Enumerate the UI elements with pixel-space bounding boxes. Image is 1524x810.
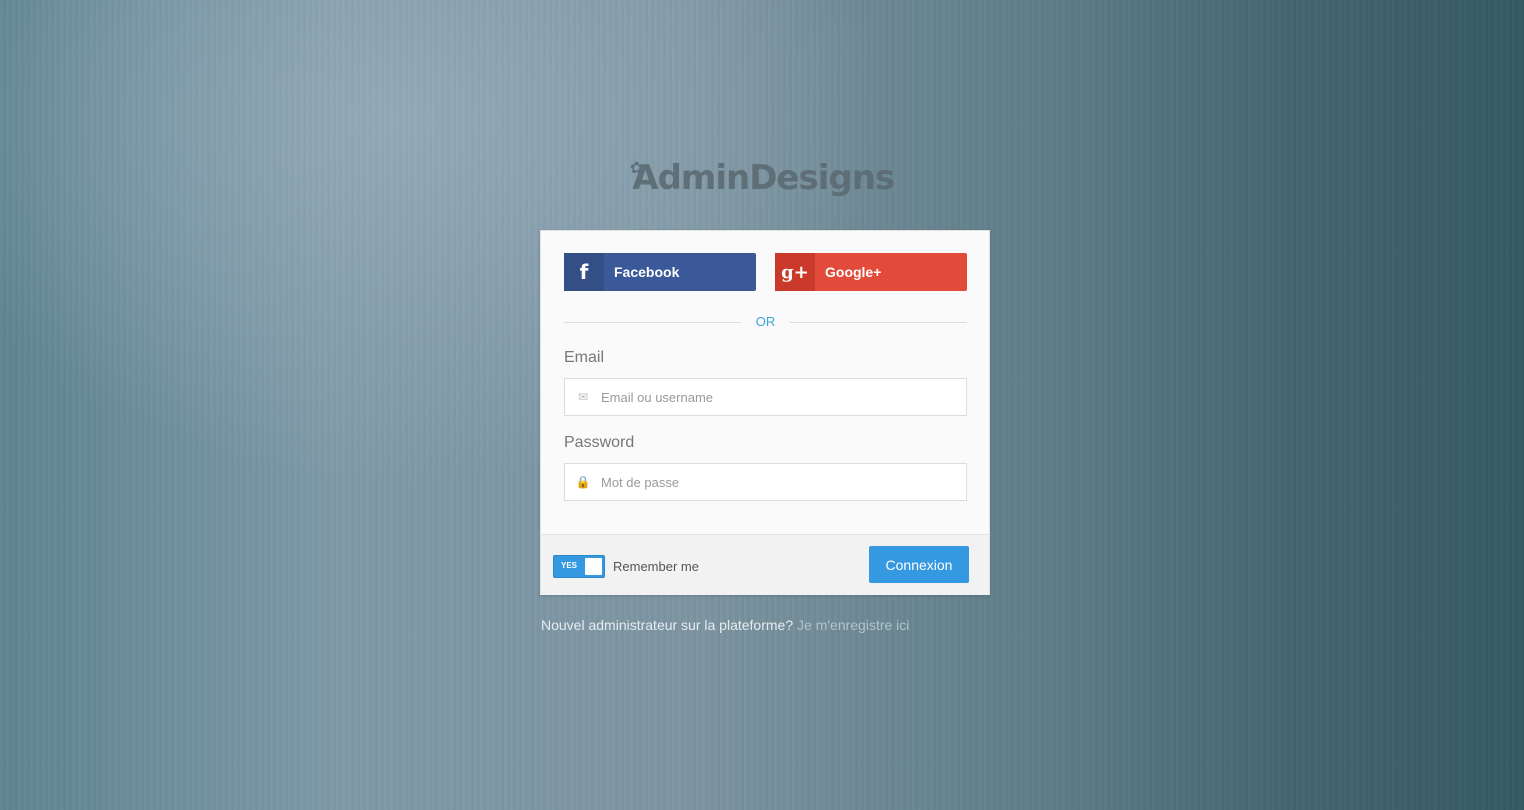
login-card: f Facebook g+ Google+ OR Email ✉ Passwor…: [540, 230, 990, 595]
register-text: Nouvel administrateur sur la plateforme?: [541, 617, 794, 633]
register-prompt: Nouvel administrateur sur la plateforme?…: [541, 617, 909, 633]
facebook-login-button[interactable]: f Facebook: [564, 253, 756, 291]
facebook-icon: f: [564, 253, 604, 291]
google-login-button[interactable]: g+ Google+: [775, 253, 967, 291]
lock-icon: 🔒: [575, 475, 591, 489]
divider-line-right: [790, 322, 967, 323]
email-input[interactable]: [599, 381, 966, 413]
card-footer: YES Remember me Connexion: [541, 534, 989, 595]
email-label: Email: [564, 349, 605, 366]
connexion-button[interactable]: Connexion: [869, 546, 969, 583]
remember-me-label: Remember me: [613, 559, 699, 574]
google-label: Google+: [825, 264, 882, 280]
facebook-label: Facebook: [614, 264, 680, 280]
envelope-icon: ✉: [577, 390, 589, 404]
toggle-knob: [585, 558, 602, 575]
google-plus-icon: g+: [775, 253, 815, 291]
toggle-yes-label: YES: [561, 561, 578, 570]
or-divider: OR: [564, 313, 967, 331]
logo-text: AdminDesigns: [632, 158, 895, 198]
register-link[interactable]: Je m'enregistre ici: [797, 617, 909, 633]
brand-logo: ✿AdminDesigns: [0, 158, 1524, 198]
remember-me-toggle[interactable]: YES: [553, 555, 605, 578]
password-field-wrapper: 🔒: [564, 463, 967, 501]
email-field-wrapper: ✉: [564, 378, 967, 416]
password-label: Password: [564, 434, 635, 451]
password-input[interactable]: [599, 466, 966, 498]
